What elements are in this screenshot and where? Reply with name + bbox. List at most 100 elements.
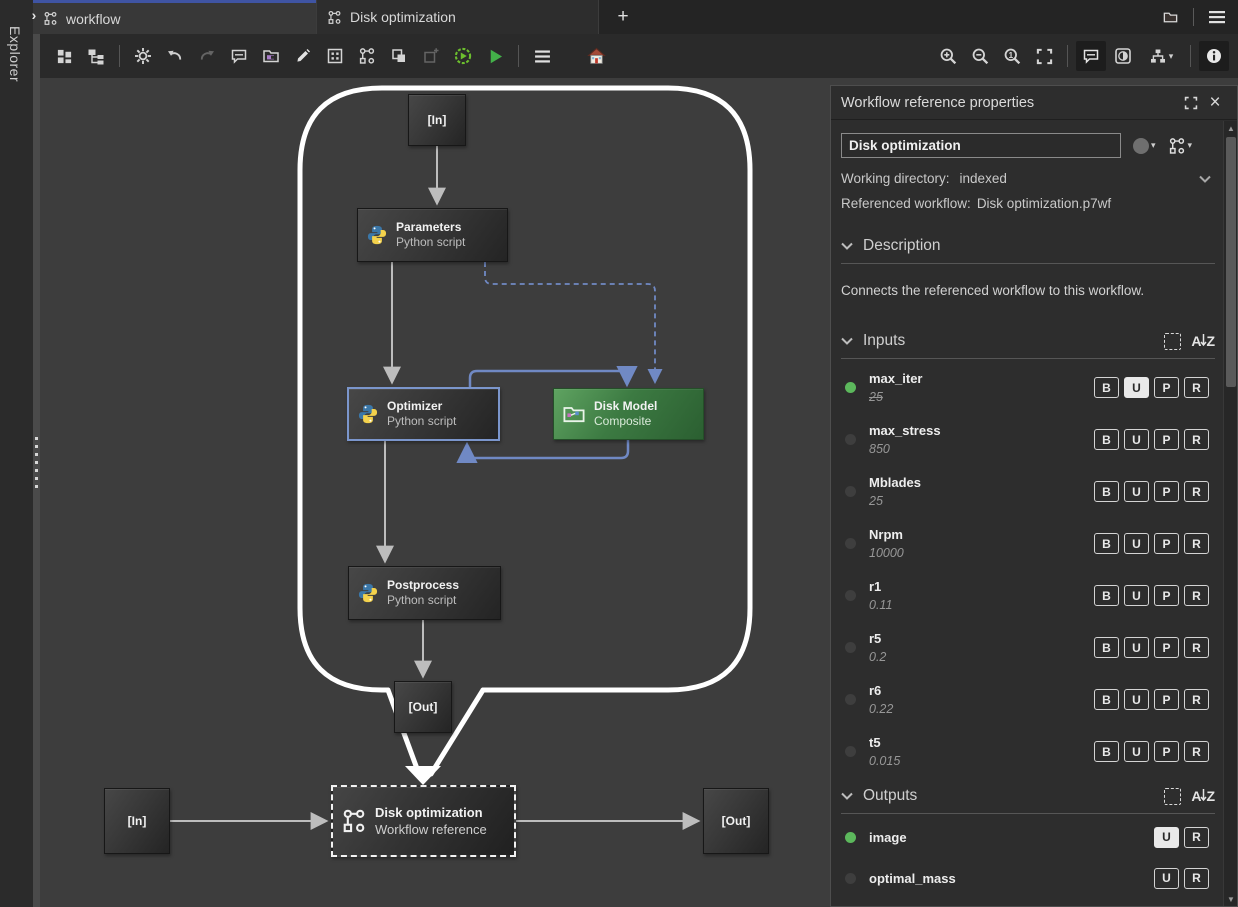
flag-r-button[interactable]: R — [1184, 689, 1209, 710]
zoom-in-button[interactable] — [933, 41, 963, 71]
flag-p-button[interactable]: P — [1154, 637, 1179, 658]
panel-scrollbar[interactable]: ▲ ▼ — [1223, 121, 1237, 906]
scrollbar-thumb[interactable] — [1226, 137, 1236, 387]
flag-r-button[interactable]: R — [1184, 481, 1209, 502]
node-optimizer[interactable]: Optimizer Python script — [347, 387, 500, 441]
flag-r-button[interactable]: R — [1184, 741, 1209, 762]
comment-button[interactable] — [224, 41, 254, 71]
block-type-dropdown[interactable]: ▾ — [1168, 137, 1193, 155]
run-button[interactable] — [480, 41, 510, 71]
tab-disk-optimization[interactable]: Disk optimization — [316, 0, 599, 34]
color-dropdown[interactable]: ▾ — [1133, 138, 1156, 154]
scroll-up-arrow-icon[interactable]: ▲ — [1224, 121, 1238, 135]
home-button[interactable] — [581, 41, 611, 71]
flag-p-button[interactable]: P — [1154, 377, 1179, 398]
flag-p-button[interactable]: P — [1154, 481, 1179, 502]
flag-r-button[interactable]: R — [1184, 377, 1209, 398]
tree-view-button[interactable] — [81, 41, 111, 71]
fit-screen-button[interactable] — [1029, 41, 1059, 71]
flag-p-button[interactable]: P — [1154, 533, 1179, 554]
flag-r-button[interactable]: R — [1184, 429, 1209, 450]
explorer-expand-chevron-icon[interactable]: › — [26, 7, 42, 25]
node-postprocess[interactable]: Postprocess Python script — [348, 566, 501, 620]
flag-r-button[interactable]: R — [1184, 533, 1209, 554]
splitter-grip-icon[interactable] — [35, 437, 38, 489]
select-all-icon[interactable] — [1164, 333, 1181, 350]
settings-button[interactable] — [128, 41, 158, 71]
flag-u-button[interactable]: U — [1124, 585, 1149, 606]
flag-u-button[interactable]: U — [1154, 868, 1179, 889]
flag-b-button[interactable]: B — [1094, 585, 1119, 606]
panel-expand-button[interactable] — [1179, 92, 1203, 114]
node-out-top[interactable]: [Out] — [394, 681, 452, 733]
flag-b-button[interactable]: B — [1094, 429, 1119, 450]
working-directory-expand[interactable] — [1199, 175, 1211, 183]
working-directory-button[interactable] — [256, 41, 286, 71]
zoom-out-button[interactable] — [965, 41, 995, 71]
node-disk-model[interactable]: Disk Model Composite — [553, 388, 704, 440]
contrast-button[interactable] — [1108, 41, 1138, 71]
link-nodes-button[interactable] — [352, 41, 382, 71]
select-all-icon[interactable] — [1164, 788, 1181, 805]
node-out-bottom[interactable]: [Out] — [703, 788, 769, 854]
flag-u-button[interactable]: U — [1124, 741, 1149, 762]
flag-u-button[interactable]: U — [1124, 533, 1149, 554]
blocks-button[interactable] — [49, 41, 79, 71]
flag-p-button[interactable]: P — [1154, 585, 1179, 606]
flag-u-button[interactable]: U — [1124, 429, 1149, 450]
main-menu-button[interactable] — [1202, 3, 1232, 31]
run-menu-button[interactable] — [527, 41, 557, 71]
flag-b-button[interactable]: B — [1094, 637, 1119, 658]
section-outputs[interactable]: Outputs AZ — [841, 787, 1215, 805]
zoom-100-button[interactable]: 1 — [997, 41, 1027, 71]
flag-b-button[interactable]: B — [1094, 533, 1119, 554]
edit-button[interactable] — [288, 41, 318, 71]
open-folder-button[interactable] — [1155, 3, 1185, 31]
flag-b-button[interactable]: B — [1094, 377, 1119, 398]
link-nodes-icon — [358, 47, 376, 65]
flag-p-button[interactable]: P — [1154, 429, 1179, 450]
node-in-top[interactable]: [In] — [408, 94, 466, 146]
section-outputs-title: Outputs — [863, 787, 917, 805]
section-description[interactable]: Description — [841, 237, 1215, 255]
flag-p-button[interactable]: P — [1154, 741, 1179, 762]
flag-b-button[interactable]: B — [1094, 741, 1119, 762]
node-in-bottom[interactable]: [In] — [104, 788, 170, 854]
info-button[interactable] — [1199, 41, 1229, 71]
flag-r-button[interactable]: R — [1184, 868, 1209, 889]
flag-u-button[interactable]: U — [1154, 827, 1179, 848]
grid-button[interactable] — [320, 41, 350, 71]
redo-button[interactable] — [192, 41, 222, 71]
flag-u-button[interactable]: U — [1124, 637, 1149, 658]
flag-b-button[interactable]: B — [1094, 689, 1119, 710]
show-comments-button[interactable] — [1076, 41, 1106, 71]
sidebar-splitter[interactable] — [33, 34, 40, 907]
input-name: r1 — [869, 579, 1094, 594]
scroll-down-arrow-icon[interactable]: ▼ — [1224, 892, 1238, 906]
tab-workflow[interactable]: workflow — [33, 0, 316, 34]
layout-tree-button[interactable]: ▾ — [1140, 41, 1182, 71]
section-inputs[interactable]: Inputs AZ — [841, 332, 1215, 350]
fit-screen-icon — [1036, 48, 1053, 65]
flag-r-button[interactable]: R — [1184, 827, 1209, 848]
block-name-input[interactable] — [841, 133, 1121, 158]
flag-u-button[interactable]: U — [1124, 377, 1149, 398]
sort-az-icon[interactable]: AZ — [1191, 788, 1215, 804]
flag-b-button[interactable]: B — [1094, 481, 1119, 502]
panel-close-button[interactable]: × — [1203, 92, 1227, 114]
flag-u-button[interactable]: U — [1124, 481, 1149, 502]
run-options-button[interactable] — [448, 41, 478, 71]
sort-az-icon[interactable]: AZ — [1191, 333, 1215, 349]
zoom-100-icon: 1 — [1003, 47, 1022, 66]
flag-p-button[interactable]: P — [1154, 689, 1179, 710]
flag-r-button[interactable]: R — [1184, 585, 1209, 606]
new-tab-button[interactable]: + — [599, 0, 647, 34]
copy-button[interactable] — [384, 41, 414, 71]
flag-u-button[interactable]: U — [1124, 689, 1149, 710]
undo-button[interactable] — [160, 41, 190, 71]
workflow-icon — [327, 10, 342, 25]
add-frame-button[interactable] — [416, 41, 446, 71]
flag-r-button[interactable]: R — [1184, 637, 1209, 658]
node-parameters[interactable]: Parameters Python script — [357, 208, 508, 262]
node-workflow-reference[interactable]: Disk optimization Workflow reference — [331, 785, 516, 857]
